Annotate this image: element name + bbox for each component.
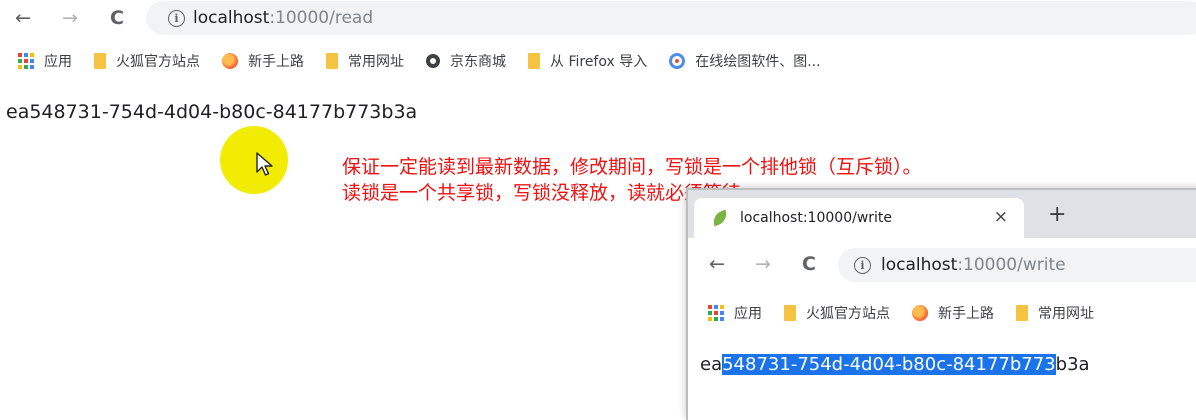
- forward-arrow-icon: →: [62, 7, 78, 29]
- bookmark-firefox-official[interactable]: 火狐官方站点: [784, 303, 890, 323]
- reload-button[interactable]: C: [106, 7, 128, 29]
- reload-icon: C: [802, 253, 816, 275]
- bookmark-label: 火狐官方站点: [806, 306, 890, 322]
- folder-icon: [784, 305, 796, 321]
- folder-icon: [326, 53, 338, 69]
- address-url: localhost:10000/write: [881, 255, 1066, 275]
- address-bar[interactable]: i localhost:10000/write: [838, 248, 1196, 282]
- reload-icon: C: [110, 7, 124, 29]
- bookmark-label: 新手上路: [248, 54, 304, 70]
- bookmark-label: 常用网址: [1038, 306, 1094, 322]
- bookmark-label: 火狐官方站点: [116, 54, 200, 70]
- bookmark-import-firefox[interactable]: 从 Firefox 导入: [528, 51, 647, 71]
- tab-write[interactable]: localhost:10000/write ×: [694, 198, 1024, 238]
- tab-title: localhost:10000/write: [740, 210, 893, 226]
- back-arrow-icon: ←: [15, 7, 31, 29]
- reload-button[interactable]: C: [798, 253, 820, 275]
- bookmark-apps[interactable]: 应用: [708, 303, 762, 323]
- bookmark-label: 新手上路: [938, 306, 994, 322]
- overlay-navigation-bar: ← → C i localhost:10000/write: [688, 238, 1196, 290]
- apps-grid-icon: [708, 305, 724, 321]
- folder-icon: [1016, 305, 1028, 321]
- folder-icon: [528, 53, 540, 69]
- bookmark-getting-started[interactable]: 新手上路: [912, 303, 994, 323]
- write-browser-window: localhost:10000/write × + ← → C i localh…: [686, 188, 1196, 420]
- forward-arrow-icon: →: [755, 253, 771, 275]
- bookmark-apps[interactable]: 应用: [18, 51, 72, 71]
- forward-button[interactable]: →: [59, 7, 81, 29]
- text-selection[interactable]: 548731-754d-4d04-b80c-84177b773: [722, 354, 1056, 375]
- folder-icon: [94, 53, 106, 69]
- bookmark-common-sites[interactable]: 常用网址: [326, 51, 404, 71]
- bookmark-label: 从 Firefox 导入: [550, 54, 648, 70]
- globe-icon: [426, 54, 440, 68]
- address-url: localhost:10000/read: [193, 8, 374, 28]
- drawing-app-icon: [669, 53, 686, 69]
- bookmark-label: 在线绘图软件、图...: [695, 54, 821, 70]
- spring-leaf-icon: [710, 209, 730, 227]
- write-result-text: ea548731-754d-4d04-b80c-84177b773b3a: [700, 354, 1090, 375]
- apps-grid-icon: [18, 53, 34, 69]
- back-arrow-icon: ←: [709, 253, 725, 275]
- navigation-bar: ← → C i localhost:10000/read: [0, 0, 1196, 36]
- back-button[interactable]: ←: [12, 7, 34, 29]
- bookmark-getting-started[interactable]: 新手上路: [222, 51, 304, 71]
- address-bar[interactable]: i localhost:10000/read: [146, 1, 1196, 35]
- bookmark-common-sites[interactable]: 常用网址: [1016, 303, 1094, 323]
- close-tab-icon[interactable]: ×: [994, 207, 1008, 227]
- bookmark-firefox-official[interactable]: 火狐官方站点: [94, 51, 200, 71]
- cursor-highlight: [220, 126, 288, 194]
- bookmark-label: 常用网址: [348, 54, 404, 70]
- bookmarks-bar: 应用 火狐官方站点 新手上路 常用网址 京东商城 从 Firefox 导入 在线…: [0, 44, 1196, 78]
- annotation-line-1: 保证一定能读到最新数据，修改期间，写锁是一个排他锁（互斥锁）。: [342, 156, 922, 178]
- overlay-bookmarks-bar: 应用 火狐官方站点 新手上路 常用网址: [688, 298, 1196, 328]
- tab-strip: localhost:10000/write × +: [688, 190, 1196, 238]
- firefox-icon: [222, 53, 238, 69]
- site-info-icon[interactable]: i: [854, 256, 871, 274]
- read-result-text: ea548731-754d-4d04-b80c-84177b773b3a: [6, 101, 418, 123]
- bookmark-label: 京东商城: [450, 54, 506, 70]
- mouse-pointer-icon: [256, 152, 273, 176]
- firefox-icon: [912, 305, 928, 321]
- bookmark-online-drawing[interactable]: 在线绘图软件、图...: [669, 51, 821, 71]
- forward-button[interactable]: →: [752, 253, 774, 275]
- annotation-line-2: 读锁是一个共享锁，写锁没释放，读就必须等待: [342, 182, 742, 204]
- site-info-icon[interactable]: i: [168, 9, 185, 27]
- bookmark-label: 应用: [44, 54, 72, 70]
- bookmark-label: 应用: [734, 306, 762, 322]
- bookmark-jd-mall[interactable]: 京东商城: [426, 51, 506, 71]
- back-button[interactable]: ←: [706, 253, 728, 275]
- new-tab-icon[interactable]: +: [1048, 202, 1066, 227]
